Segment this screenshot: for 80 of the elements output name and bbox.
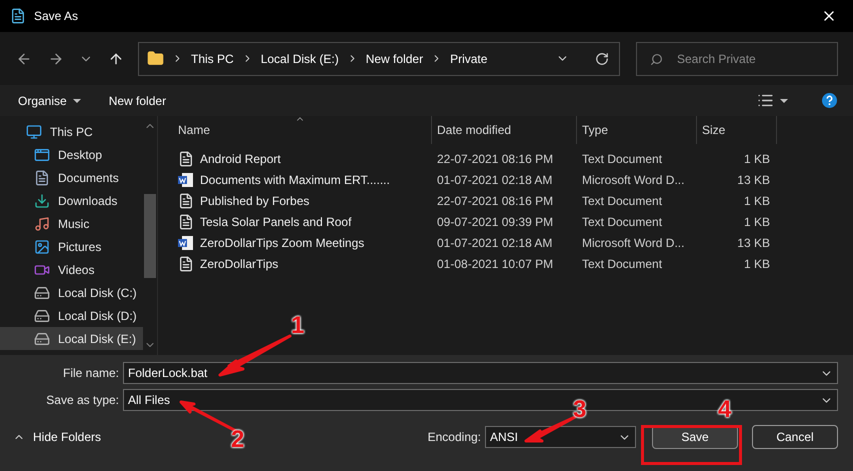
- sidebar-item[interactable]: Local Disk (C:): [0, 281, 143, 304]
- file-name[interactable]: ZeroDollarTips Zoom Meetings: [200, 234, 364, 252]
- music-note-icon: [34, 216, 50, 232]
- refresh-icon[interactable]: [595, 52, 609, 66]
- step-number: 2: [231, 425, 244, 455]
- field-label: Save as type:: [45, 392, 120, 409]
- sidebar-item[interactable]: Local Disk (D:): [0, 304, 143, 327]
- drive-icon: [34, 284, 50, 300]
- word-document-icon: [178, 234, 194, 250]
- desktop-icon: [34, 146, 50, 162]
- column-header[interactable]: Size: [697, 116, 777, 144]
- sidebar-item[interactable]: Videos: [0, 258, 143, 281]
- breadcrumb[interactable]: New folder: [366, 50, 424, 68]
- encoding-dropdown[interactable]: ANSI: [485, 426, 636, 448]
- file-name[interactable]: Android Report: [200, 150, 281, 168]
- table-cell-text: 13 KB: [736, 234, 771, 252]
- organise-button[interactable]: Organise: [18, 92, 81, 110]
- search-field[interactable]: Search Private: [636, 42, 838, 76]
- view-list-icon[interactable]: [757, 92, 774, 109]
- column-header[interactable]: Name: [175, 116, 432, 144]
- table-cell-text: 01-07-2021 02:18 AM: [436, 234, 554, 252]
- drive-icon: [34, 308, 50, 324]
- table-cell-text: Text Document: [581, 214, 664, 230]
- field-label: File name:: [62, 365, 120, 382]
- file-name[interactable]: Tesla Solar Panels and Roof: [200, 212, 352, 230]
- table-cell-text: Text Document: [581, 256, 664, 272]
- file-name-field[interactable]: FolderLock.bat: [123, 362, 838, 384]
- sidebar-item[interactable]: Pictures: [0, 235, 143, 258]
- table-cell-text: 22-07-2021 08:16 PM: [436, 192, 554, 210]
- table-cell-text: 01-08-2021 10:07 PM: [436, 256, 554, 272]
- sidebar-item[interactable]: This PC: [0, 120, 143, 143]
- breadcrumb[interactable]: Private: [450, 50, 488, 68]
- text-file-icon: [178, 192, 194, 208]
- table-cell-text: Microsoft Word D...: [581, 172, 686, 188]
- sidebar-item[interactable]: Music: [0, 212, 143, 235]
- monitor-icon: [26, 124, 42, 140]
- text-file-icon: [178, 150, 194, 166]
- step-number: 1: [291, 311, 304, 341]
- file-name[interactable]: Published by Forbes: [200, 192, 310, 210]
- table-cell-text: Text Document: [581, 192, 664, 210]
- address-bar[interactable]: This PC Local Disk (E:) New folder Private: [138, 42, 620, 76]
- notepad-icon: [10, 8, 26, 24]
- table-cell-text: 22-07-2021 08:16 PM: [436, 150, 554, 168]
- search-icon: [650, 52, 663, 66]
- table-cell-text: 09-07-2021 09:39 PM: [436, 214, 554, 230]
- caret-icon[interactable]: [780, 98, 788, 102]
- table-cell-text: 1 KB: [742, 192, 771, 210]
- sidebar-item[interactable]: Downloads: [0, 189, 143, 212]
- table-cell-text: Text Document: [581, 150, 664, 168]
- table-cell-text: 01-07-2021 02:18 AM: [436, 172, 554, 188]
- new-folder-button[interactable]: New folder: [108, 92, 166, 110]
- table-cell-text: Microsoft Word D...: [581, 234, 686, 252]
- text-file-icon: [178, 256, 194, 272]
- hide-folders-button[interactable]: Hide Folders: [13, 428, 102, 446]
- table-cell-text: 1 KB: [742, 256, 771, 272]
- folder-icon: [147, 50, 164, 67]
- breadcrumb[interactable]: Local Disk (E:): [260, 50, 339, 68]
- download-icon: [34, 192, 50, 208]
- column-header[interactable]: Date modified: [432, 116, 577, 144]
- table-cell-text: 13 KB: [736, 172, 771, 188]
- breadcrumb[interactable]: This PC: [191, 50, 234, 68]
- text-file-icon: [178, 214, 194, 230]
- sidebar-item[interactable]: Desktop: [0, 143, 143, 166]
- sidebar-item[interactable]: Local Disk (E:): [0, 327, 143, 350]
- document-icon: [34, 170, 50, 186]
- table-cell-text: 1 KB: [742, 214, 771, 230]
- word-document-icon: [178, 172, 194, 188]
- sidebar-item[interactable]: Documents: [0, 166, 143, 189]
- file-name[interactable]: Documents with Maximum ERT.......: [200, 170, 390, 188]
- file-name[interactable]: ZeroDollarTips: [200, 254, 278, 272]
- drive-icon: [34, 330, 50, 346]
- arrow-right-icon: [48, 50, 64, 66]
- field-label: Encoding:: [426, 429, 481, 446]
- help-icon[interactable]: [822, 93, 837, 108]
- table-cell-text: 1 KB: [742, 150, 771, 168]
- window-title: Save As: [34, 8, 78, 25]
- cancel-button[interactable]: Cancel: [752, 425, 838, 449]
- annotation-arrow: [524, 416, 576, 442]
- picture-icon: [34, 238, 50, 254]
- column-header[interactable]: Type: [577, 116, 697, 144]
